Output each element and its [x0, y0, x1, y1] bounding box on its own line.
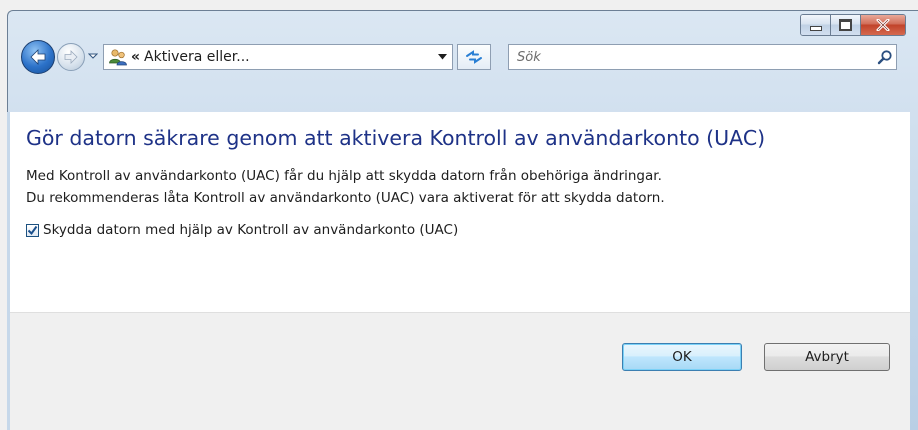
back-arrow-icon — [30, 49, 46, 65]
users-icon — [107, 47, 129, 67]
checkmark-icon — [27, 225, 38, 235]
description-line: Du rekommenderas låta Kontroll av använd… — [26, 190, 665, 206]
chevron-down-icon — [88, 53, 98, 59]
breadcrumb-current[interactable]: Aktivera eller... — [144, 49, 432, 65]
search-icon[interactable] — [874, 46, 896, 68]
close-icon — [876, 19, 890, 31]
address-bar[interactable]: « Aktivera eller... — [103, 44, 453, 70]
ok-button[interactable]: OK — [622, 343, 742, 371]
uac-checkbox-label[interactable]: Skydda datorn med hjälp av Kontroll av a… — [43, 222, 458, 238]
refresh-icon — [466, 50, 482, 64]
page-title: Gör datorn säkrare genom att aktivera Ko… — [26, 126, 766, 150]
search-input[interactable] — [515, 45, 874, 69]
caption-buttons — [800, 14, 906, 36]
maximize-icon — [839, 19, 852, 31]
main-content: Gör datorn säkrare genom att aktivera Ko… — [10, 112, 910, 312]
close-button[interactable] — [861, 15, 905, 35]
minimize-icon — [809, 25, 822, 31]
search-box[interactable] — [508, 44, 897, 70]
uac-checkbox-row[interactable]: Skydda datorn med hjälp av Kontroll av a… — [26, 222, 458, 238]
dialog-footer: OK Avbryt — [10, 313, 910, 430]
refresh-button[interactable] — [457, 44, 491, 70]
minimize-button[interactable] — [801, 15, 831, 35]
cancel-button[interactable]: Avbryt — [764, 343, 890, 371]
breadcrumb-overflow[interactable]: « — [131, 49, 140, 65]
forward-button[interactable] — [57, 43, 85, 71]
maximize-button[interactable] — [831, 15, 861, 35]
back-button[interactable] — [21, 40, 55, 74]
navigation-bar: « Aktivera eller... — [8, 37, 918, 85]
uac-checkbox[interactable] — [26, 223, 39, 237]
dropdown-arrow-icon — [437, 54, 447, 60]
forward-arrow-icon — [64, 50, 78, 64]
description: Med Kontroll av användarkonto (UAC) får … — [26, 165, 665, 209]
description-line: Med Kontroll av användarkonto (UAC) får … — [26, 168, 662, 184]
recent-pages-button[interactable] — [87, 49, 99, 63]
address-dropdown-button[interactable] — [432, 45, 452, 69]
